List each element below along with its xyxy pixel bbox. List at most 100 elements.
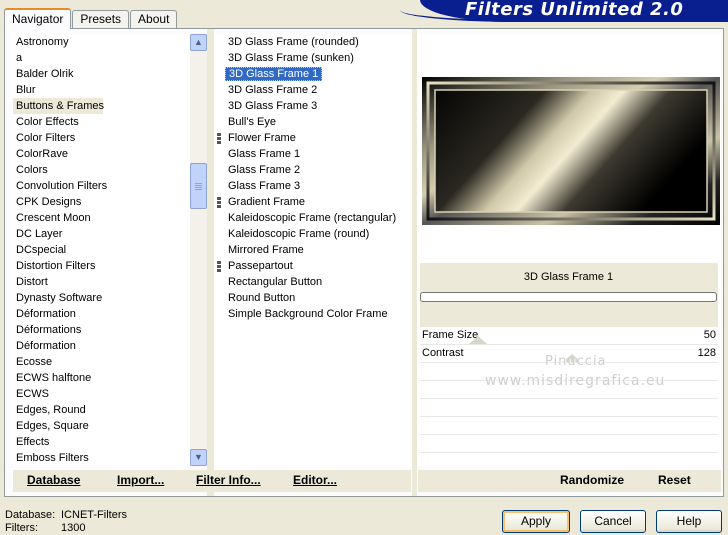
param-empty (420, 453, 718, 471)
apply-button[interactable]: Apply (502, 510, 570, 533)
database-button[interactable]: Database (27, 473, 80, 487)
category-item[interactable]: Colors (13, 162, 191, 178)
filter-item[interactable]: 3D Glass Frame 2 (215, 82, 412, 98)
scroll-down-button[interactable]: ▼ (190, 449, 207, 466)
category-item[interactable]: Emboss Filters (13, 450, 191, 466)
category-item[interactable]: DC Layer (13, 226, 191, 242)
preview-panel: 3D Glass Frame 1 Frame Size 50 Contrast … (417, 34, 721, 471)
category-item[interactable]: Dynasty Software (13, 290, 191, 306)
cancel-button[interactable]: Cancel (580, 510, 646, 533)
filter-item[interactable]: 3D Glass Frame 1 (215, 66, 412, 82)
filter-item-label: Kaleidoscopic Frame (rectangular) (228, 212, 397, 224)
category-item[interactable]: DCspecial (13, 242, 191, 258)
brand-title: Filters Unlimited 2.0 (465, 0, 684, 20)
filter-item-label: Glass Frame 3 (228, 180, 301, 192)
filter-item-label: 3D Glass Frame (sunken) (228, 52, 354, 64)
filter-item[interactable]: Glass Frame 1 (215, 146, 412, 162)
filter-item[interactable]: Kaleidoscopic Frame (round) (215, 226, 412, 242)
category-item[interactable]: Déformation (13, 306, 191, 322)
scroll-up-button[interactable]: ▲ (190, 34, 207, 51)
filter-item[interactable]: Gradient Frame (215, 194, 412, 210)
filter-item-label: 3D Glass Frame 3 (228, 100, 318, 112)
filters-label: Filters: (5, 522, 38, 534)
preset-toolbar: Randomize Reset (418, 470, 721, 492)
filter-item[interactable]: Mirrored Frame (215, 242, 412, 258)
splitter (207, 29, 214, 496)
filter-item[interactable]: 3D Glass Frame 3 (215, 98, 412, 114)
database-label: Database: (5, 509, 56, 521)
filter-item[interactable]: 3D Glass Frame (rounded) (215, 34, 412, 50)
category-list[interactable]: Astronomy a Balder Olrik Blur Buttons & Fram… (13, 34, 191, 466)
category-item[interactable]: Buttons & Frames (13, 98, 104, 114)
tab-bar: Navigator Presets About (4, 8, 178, 29)
category-item[interactable]: Blur (13, 82, 191, 98)
filter-item[interactable]: Flower Frame (215, 130, 412, 146)
filter-item-label: Glass Frame 2 (228, 164, 301, 176)
category-item[interactable]: Edges, Square (13, 418, 191, 434)
filter-item-label: 3D Glass Frame 2 (228, 84, 318, 96)
category-item[interactable]: CPK Designs (13, 194, 191, 210)
filter-info-button[interactable]: Filter Info... (196, 473, 261, 487)
filter-item-label: 3D Glass Frame 1 (225, 67, 323, 81)
param-empty (420, 417, 718, 435)
filter-item[interactable]: Glass Frame 3 (215, 178, 412, 194)
scroll-thumb[interactable] (190, 163, 207, 209)
category-item[interactable]: Effects (13, 434, 191, 450)
param-value: 50 (703, 329, 716, 341)
filter-item-label: Simple Background Color Frame (228, 308, 388, 320)
category-scrollbar[interactable]: ▲ ▼ (190, 34, 207, 466)
filter-item[interactable]: Bull's Eye (215, 114, 412, 130)
filter-item-label: Rectangular Button (228, 276, 323, 288)
watermark-line2: www.misdiregrafica.eu (485, 373, 666, 389)
navigator-panel: Astronomy a Balder Olrik Blur Buttons & Fram… (4, 28, 724, 497)
database-value: ICNET-Filters (61, 509, 127, 521)
category-item[interactable]: ECWS (13, 386, 191, 402)
filter-item-label: Glass Frame 1 (228, 148, 301, 160)
category-item[interactable]: Color Filters (13, 130, 191, 146)
param-empty (420, 435, 718, 453)
reset-button[interactable]: Reset (658, 473, 691, 487)
filter-item[interactable]: Glass Frame 2 (215, 162, 412, 178)
category-item[interactable]: ECWS halftone (13, 370, 191, 386)
category-item[interactable]: Edges, Round (13, 402, 191, 418)
help-button[interactable]: Help (656, 510, 722, 533)
param-frame-size[interactable]: Frame Size 50 (420, 327, 718, 345)
slider-marker[interactable] (469, 336, 487, 344)
category-item[interactable]: Astronomy (13, 34, 191, 50)
category-item[interactable]: Distortion Filters (13, 258, 191, 274)
category-item[interactable]: Color Effects (13, 114, 191, 130)
database-info: Database: ICNET-Filters (5, 509, 127, 521)
category-item[interactable]: Balder Olrik (13, 66, 191, 82)
category-item[interactable]: Convolution Filters (13, 178, 191, 194)
randomize-button[interactable]: Randomize (560, 473, 624, 487)
group-marker-icon (217, 197, 221, 208)
category-item[interactable]: Déformation (13, 338, 191, 354)
tab-about[interactable]: About (130, 10, 178, 28)
filter-item-label: 3D Glass Frame (rounded) (228, 36, 359, 48)
filter-item-label: Round Button (228, 292, 296, 304)
category-item[interactable]: Ecosse (13, 354, 191, 370)
param-value: 128 (697, 347, 716, 359)
preview-image (422, 77, 720, 225)
filter-name-label: 3D Glass Frame 1 (523, 271, 614, 283)
import-button[interactable]: Import... (117, 473, 164, 487)
filter-item[interactable]: Rectangular Button (215, 274, 412, 290)
category-item[interactable]: Crescent Moon (13, 210, 191, 226)
filter-item[interactable]: 3D Glass Frame (sunken) (215, 50, 412, 66)
tab-navigator[interactable]: Navigator (4, 8, 72, 29)
tab-presets[interactable]: Presets (72, 10, 130, 28)
category-item[interactable]: Distort (13, 274, 191, 290)
editor-button[interactable]: Editor... (293, 473, 337, 487)
filter-item[interactable]: Kaleidoscopic Frame (rectangular) (215, 210, 412, 226)
filter-item-label: Gradient Frame (228, 196, 306, 208)
filter-list[interactable]: 3D Glass Frame (rounded) 3D Glass Frame (… (215, 34, 412, 466)
filter-item[interactable]: Simple Background Color Frame (215, 306, 412, 322)
filter-item[interactable]: Round Button (215, 290, 412, 306)
category-item[interactable]: a (13, 50, 191, 66)
param-name: Contrast (422, 347, 464, 359)
filter-item[interactable]: Passepartout (215, 258, 412, 274)
category-item[interactable]: ColorRave (13, 146, 191, 162)
group-marker-icon (217, 133, 221, 144)
filter-item-label: Flower Frame (228, 132, 296, 144)
category-item[interactable]: Déformations (13, 322, 191, 338)
